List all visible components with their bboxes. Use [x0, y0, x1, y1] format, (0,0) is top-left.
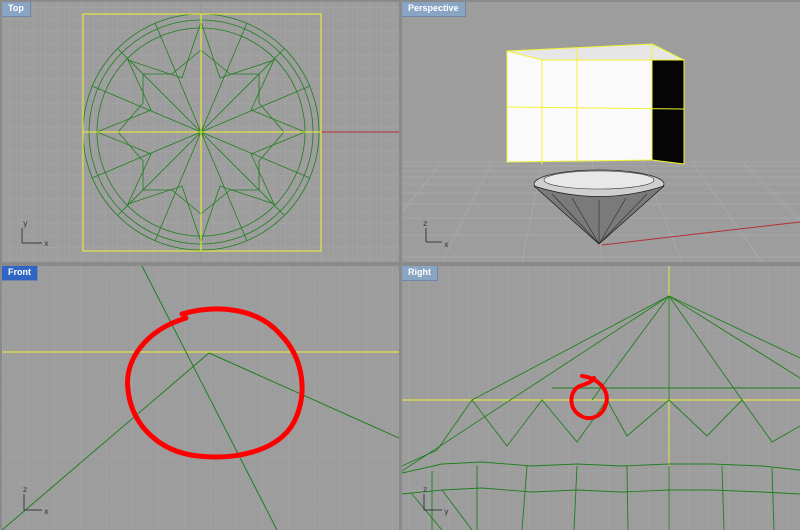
right-view-canvas[interactable]: z y: [402, 266, 800, 530]
axis-icon-perspective: z x: [423, 219, 449, 249]
viewport-perspective[interactable]: Perspective z x: [402, 2, 800, 262]
svg-text:x: x: [44, 239, 49, 248]
diamond-perspective[interactable]: [533, 169, 665, 245]
selected-box-perspective[interactable]: [506, 43, 685, 165]
perspective-view-canvas[interactable]: z x: [402, 2, 800, 262]
viewport-right[interactable]: Right z y: [402, 266, 800, 530]
svg-text:y: y: [23, 219, 28, 228]
viewport-front[interactable]: Front z x: [2, 266, 399, 530]
viewport-tab-top[interactable]: Top: [2, 2, 31, 17]
svg-text:x: x: [444, 240, 449, 249]
svg-text:x: x: [44, 507, 49, 516]
top-view-canvas[interactable]: y x: [2, 2, 399, 262]
viewport-tab-perspective[interactable]: Perspective: [402, 2, 466, 17]
svg-text:z: z: [23, 485, 27, 494]
svg-text:y: y: [444, 507, 449, 516]
viewport-tab-right[interactable]: Right: [402, 266, 438, 281]
viewport-top[interactable]: Top y x: [2, 2, 399, 262]
svg-text:z: z: [423, 485, 427, 494]
viewport-tab-front[interactable]: Front: [2, 266, 38, 281]
svg-text:z: z: [423, 219, 427, 228]
front-view-canvas[interactable]: z x: [2, 266, 399, 530]
